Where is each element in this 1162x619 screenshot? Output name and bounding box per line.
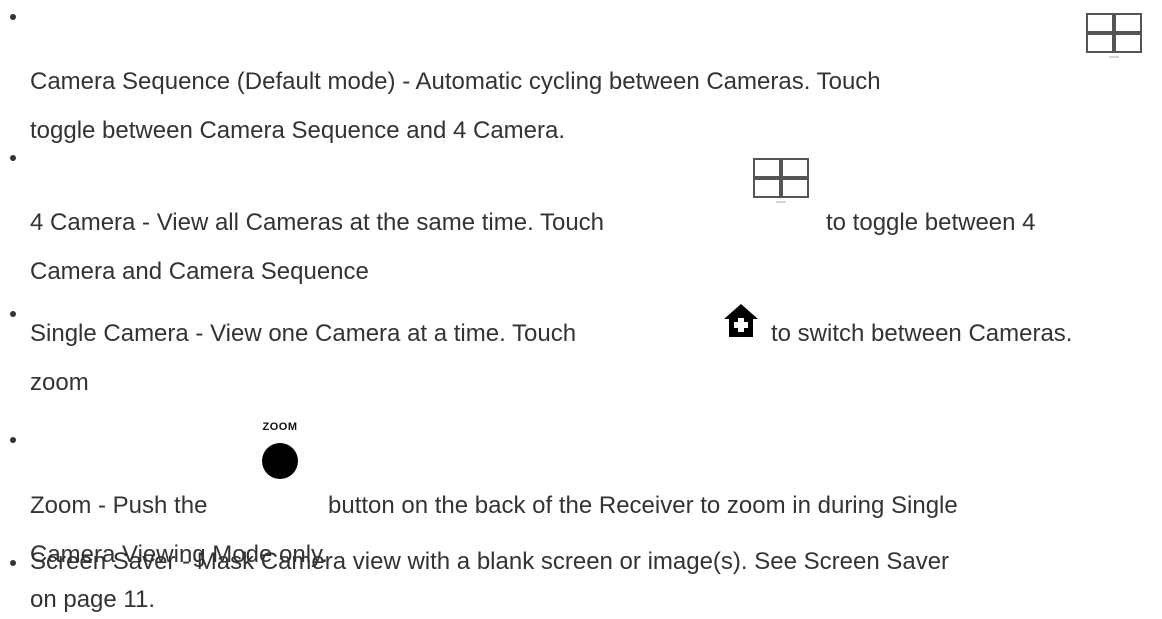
house-icon — [722, 302, 760, 340]
zoom-dot — [262, 443, 298, 479]
item-text-line-1: Camera Sequence (Default mode) - Automat… — [30, 68, 881, 95]
item-text-line-2: Camera and Camera Sequence — [30, 258, 369, 285]
bullet-dot — [10, 14, 16, 20]
item-text-line-1-after: to switch between Cameras. — [771, 320, 1073, 347]
zoom-button-icon: ZOOM — [250, 421, 310, 487]
zoom-caption: ZOOM — [262, 421, 298, 433]
item-text-line-1-before: Single Camera - View one Camera at a tim… — [30, 320, 577, 347]
item-text-line-2: toggle between Camera Sequence and 4 Cam… — [30, 117, 566, 144]
quad-grid-icon — [752, 157, 810, 205]
bullet-dot — [10, 311, 16, 317]
item-text-line-1-before: Zoom - Push the — [30, 492, 208, 519]
item-text-line-1-after: button on the back of the Receiver to zo… — [328, 492, 958, 519]
bullet-dot — [10, 437, 16, 443]
bullet-dot — [10, 560, 16, 566]
item-text-line-1-before: 4 Camera - View all Cameras at the same … — [30, 209, 605, 236]
item-text-line-2: zoom — [30, 369, 89, 396]
item-text-line-1-after: to toggle between 4 — [826, 209, 1036, 236]
quad-grid-icon — [1085, 12, 1143, 60]
bullet-dot — [10, 155, 16, 161]
item-text-line-2: on page 11. — [30, 586, 156, 613]
item-text-line-1: Screen Saver - Mask Camera view with a b… — [30, 548, 950, 575]
